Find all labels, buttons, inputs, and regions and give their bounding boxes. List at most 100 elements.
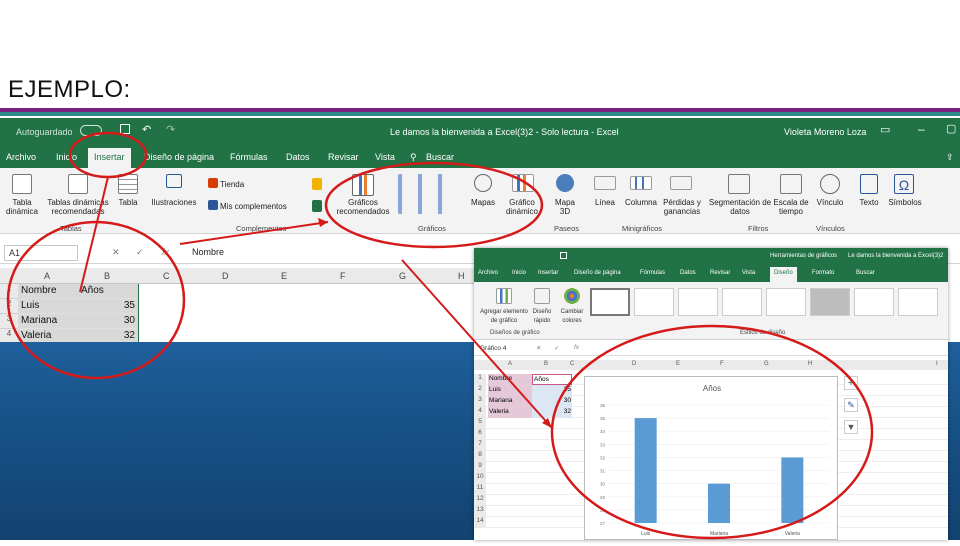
chart-name-box[interactable]: Gráfico 4	[480, 345, 506, 352]
share-icon[interactable]: ⇪	[946, 152, 954, 163]
col-d[interactable]: D	[222, 271, 229, 281]
row-number[interactable]: 14	[474, 517, 486, 528]
text-button[interactable]: Texto	[854, 198, 884, 207]
col-f[interactable]: F	[720, 361, 724, 367]
tab-revisar[interactable]: Revisar	[710, 270, 730, 276]
enter-icon[interactable]: ✓	[554, 344, 559, 352]
row-number[interactable]: 9	[474, 462, 486, 473]
tab-insertar[interactable]: Insertar	[88, 148, 131, 168]
row-number[interactable]: 8	[474, 451, 486, 462]
bar-valeria[interactable]	[781, 457, 804, 523]
chart-types-icon[interactable]	[398, 174, 458, 214]
cancel-icon[interactable]: ✕	[536, 344, 541, 352]
undo-icon[interactable]: ↶	[142, 123, 151, 136]
fx-icon[interactable]: fx	[574, 344, 579, 351]
cell-b1[interactable]: Años	[78, 284, 138, 299]
bar-chart[interactable]: Años 36 35 34 33 32 31 30 29 28 27 Luis Mariana Valer…	[584, 376, 838, 540]
row-number[interactable]: 3	[0, 314, 18, 329]
chart-styles-brush-icon[interactable]: ✎	[844, 398, 858, 412]
col-h[interactable]: H	[458, 271, 465, 281]
chart-style-3[interactable]	[678, 288, 718, 316]
col-e[interactable]: E	[676, 361, 680, 367]
chart-style-5[interactable]	[766, 288, 806, 316]
recommended-charts-button[interactable]: Gráficos recomendados	[330, 198, 396, 216]
cancel-icon[interactable]: ✕	[112, 247, 120, 258]
col-g[interactable]: G	[764, 361, 769, 367]
tab-datos[interactable]: Datos	[286, 152, 310, 162]
chart-elements-plus-icon[interactable]: +	[844, 376, 858, 390]
cell-a3[interactable]: Mariana	[18, 314, 78, 329]
tab-buscar[interactable]: Buscar	[856, 270, 875, 276]
quick-layout-button[interactable]: Diseño rápido	[528, 308, 556, 326]
col-d[interactable]: D	[632, 361, 636, 367]
bar-luis[interactable]	[634, 418, 657, 523]
cell-b2[interactable]: 35	[78, 299, 138, 314]
tab-vista[interactable]: Vista	[375, 152, 395, 162]
tab-revisar[interactable]: Revisar	[328, 152, 359, 162]
maximize-icon[interactable]: ▢	[946, 122, 956, 135]
row-number[interactable]: 11	[474, 484, 486, 495]
chart-style-4[interactable]	[722, 288, 762, 316]
line-sparkline-button[interactable]: Línea	[590, 198, 620, 207]
pivot-chart-button[interactable]: Gráfico dinámico	[500, 198, 544, 216]
col-g[interactable]: G	[399, 271, 406, 281]
recommended-pivot-button[interactable]: Tablas dinámicas recomendadas	[42, 198, 114, 216]
tab-inicio[interactable]: Inicio	[56, 152, 77, 162]
col-b[interactable]: B	[544, 361, 548, 367]
winloss-button[interactable]: Pérdidas y ganancias	[660, 198, 704, 216]
bing-icon[interactable]	[312, 178, 322, 190]
w2-cell-a2[interactable]: Luis	[488, 385, 532, 396]
col-a[interactable]: A	[44, 271, 50, 281]
chart-style-7[interactable]	[854, 288, 894, 316]
symbols-button[interactable]: Símbolos	[884, 198, 926, 207]
tab-diseno-pagina[interactable]: Diseño de página	[144, 152, 214, 162]
row-number[interactable]: 6	[474, 429, 486, 440]
col-e[interactable]: E	[281, 271, 287, 281]
row-number[interactable]: 4	[474, 407, 486, 418]
tab-archivo[interactable]: Archivo	[478, 270, 498, 276]
row-number[interactable]: 2	[0, 299, 18, 314]
ribbon-display-icon[interactable]: ▭	[880, 123, 890, 136]
tab-diseno-pagina[interactable]: Diseño de página	[574, 270, 621, 276]
autosave-toggle[interactable]	[80, 125, 102, 136]
slicer-button[interactable]: Segmentación de datos	[708, 198, 772, 216]
chart-style-6[interactable]	[810, 288, 850, 316]
row-number[interactable]: 7	[474, 440, 486, 451]
col-h[interactable]: H	[808, 361, 812, 367]
change-colors-button[interactable]: Cambiar colores	[556, 308, 588, 326]
people-graph-icon[interactable]	[312, 200, 322, 212]
w2-cell-b4[interactable]: 32	[532, 407, 572, 418]
tab-insertar[interactable]: Insertar	[538, 270, 558, 276]
tab-inicio[interactable]: Inicio	[512, 270, 526, 276]
row-number[interactable]: 5	[474, 418, 486, 429]
cell-b3[interactable]: 30	[78, 314, 138, 329]
row-number[interactable]: 1	[474, 374, 486, 385]
table-button[interactable]: Tabla	[112, 198, 144, 207]
col-c[interactable]: C	[570, 361, 574, 367]
chart-title[interactable]: Años	[703, 384, 721, 393]
maps-button[interactable]: Mapas	[466, 198, 500, 207]
bar-mariana[interactable]	[708, 483, 730, 523]
row-number[interactable]: 10	[474, 473, 486, 484]
link-button[interactable]: Vínculo	[812, 198, 848, 207]
minimize-icon[interactable]: –	[918, 122, 925, 136]
col-f[interactable]: F	[340, 271, 346, 281]
col-a[interactable]: A	[508, 361, 512, 367]
tab-vista[interactable]: Vista	[742, 270, 755, 276]
tab-archivo[interactable]: Archivo	[6, 152, 36, 162]
save-icon[interactable]	[120, 124, 130, 134]
add-element-button[interactable]: Agregar elemento de gráfico	[476, 308, 532, 326]
tab-buscar[interactable]: Buscar	[426, 152, 454, 162]
chart-style-1[interactable]	[590, 288, 630, 316]
row-number[interactable]: 13	[474, 506, 486, 517]
illustrations-button[interactable]: Ilustraciones	[146, 198, 202, 207]
row-number[interactable]: 12	[474, 495, 486, 506]
w2-cell-b2[interactable]: 35	[532, 385, 572, 396]
w2-cell-a4[interactable]: Valeria	[488, 407, 532, 418]
save-icon[interactable]	[560, 252, 567, 259]
col-i[interactable]: I	[936, 361, 938, 367]
cell-a2[interactable]: Luis	[18, 299, 78, 314]
row-number[interactable]: 3	[474, 396, 486, 407]
map3d-button[interactable]: Mapa 3D	[550, 198, 580, 216]
cell-a1[interactable]: Nombre	[18, 284, 78, 299]
